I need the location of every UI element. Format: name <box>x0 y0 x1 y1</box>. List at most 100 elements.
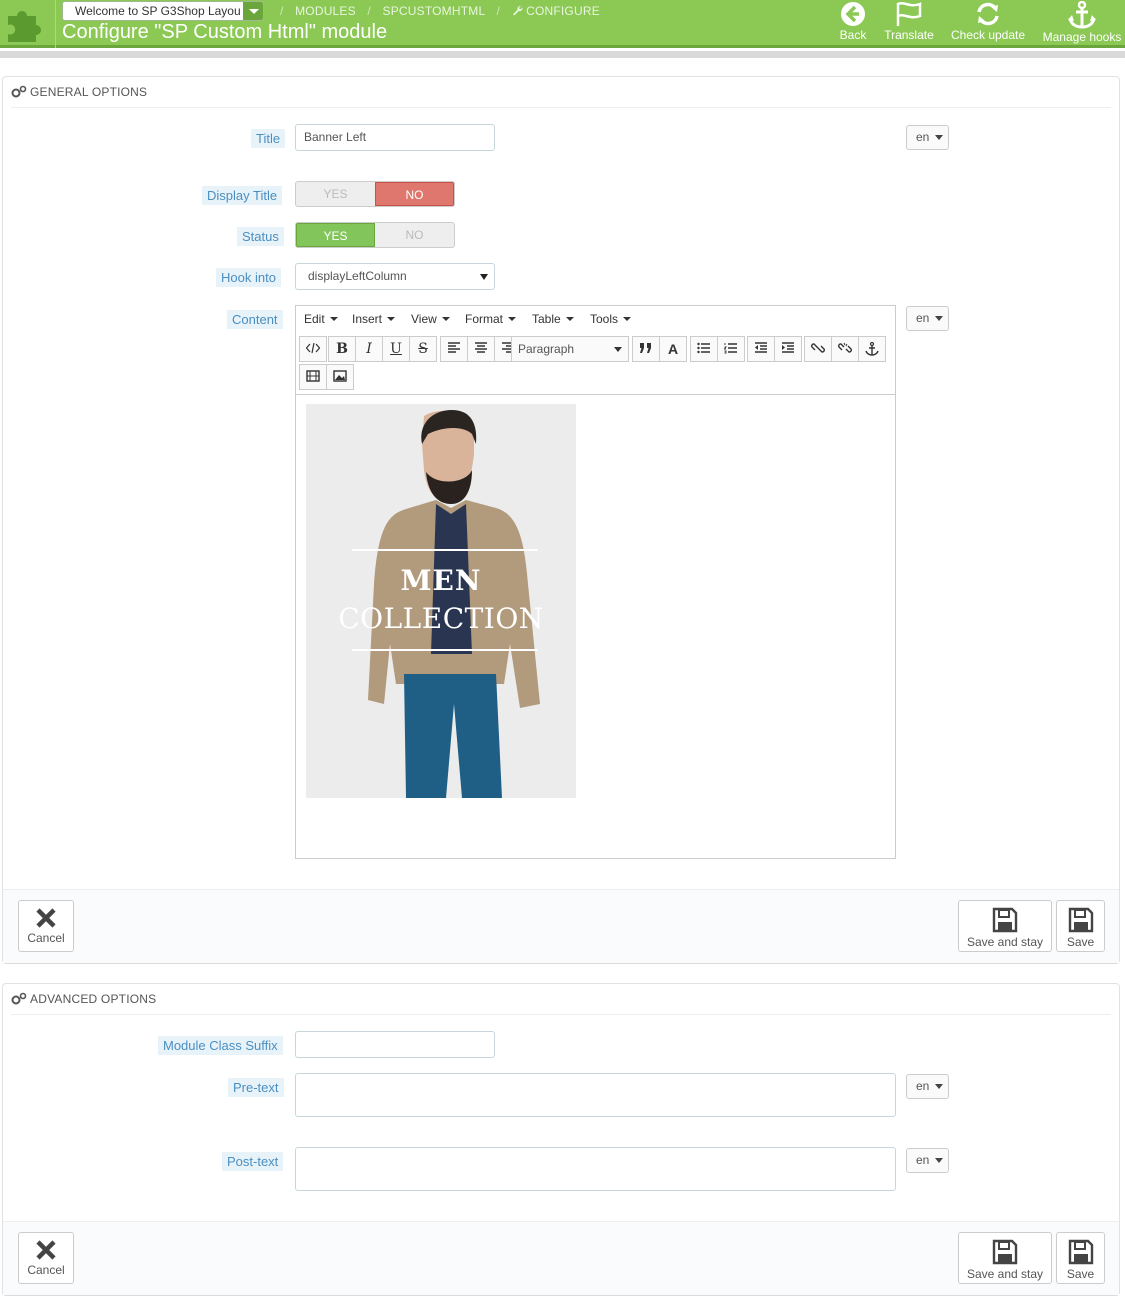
header-shadow <box>0 51 1125 58</box>
content-label: Content <box>227 310 283 329</box>
source-code-icon[interactable] <box>299 336 327 362</box>
shop-select[interactable]: Welcome to SP G3Shop Layou <box>62 1 264 21</box>
page-title: Configure "SP Custom Html" module <box>62 21 388 43</box>
editor-content-area[interactable]: MEN COLLECTION <box>296 394 895 859</box>
unlink-icon[interactable] <box>831 336 859 362</box>
format-select[interactable]: Paragraph <box>511 336 629 362</box>
indent-icon[interactable] <box>774 336 802 362</box>
post-text-textarea[interactable] <box>295 1147 896 1191</box>
display-title-label: Display Title <box>202 186 283 205</box>
breadcrumb-spcustomhtml[interactable]: SPCUSTOMHTML <box>382 4 484 18</box>
floppy-disk-icon <box>1068 907 1093 933</box>
refresh-icon <box>977 2 999 26</box>
shop-select-value: Welcome to SP G3Shop Layou <box>75 4 241 18</box>
editor-toolbar-row-1: B I U S Paragraph A <box>296 336 895 362</box>
cogs-icon <box>11 993 27 1005</box>
blockquote-icon[interactable] <box>632 336 660 362</box>
banner-title-line1: MEN <box>400 564 482 597</box>
save-button[interactable]: Save <box>1056 900 1105 952</box>
chevron-down-icon[interactable] <box>243 2 263 20</box>
media-icon[interactable] <box>299 364 327 390</box>
content-editor: Edit Insert View Format Table Tools B I … <box>295 305 896 859</box>
title-lang-button[interactable]: en <box>906 125 949 150</box>
status-toggle[interactable]: YES NO <box>295 222 455 248</box>
translate-label: Translate <box>884 28 934 42</box>
save-and-stay-label: Save and stay <box>966 935 1044 949</box>
menu-table[interactable]: Table <box>532 312 574 326</box>
status-yes[interactable]: YES <box>296 223 375 247</box>
panel-heading: ADVANCED OPTIONS <box>11 984 1111 1015</box>
editor-toolbar-row-2 <box>296 364 895 390</box>
menu-view[interactable]: View <box>411 312 450 326</box>
hook-into-label: Hook into <box>216 268 281 287</box>
back-button[interactable]: Back <box>834 0 872 48</box>
man-figure-image <box>368 410 540 798</box>
numbered-list-icon[interactable] <box>717 336 745 362</box>
save-label: Save <box>1066 1267 1095 1281</box>
title-label: Title <box>251 129 286 148</box>
cancel-button[interactable]: Cancel <box>18 1232 74 1284</box>
menu-tools[interactable]: Tools <box>590 312 631 326</box>
underline-icon[interactable]: U <box>382 336 410 362</box>
close-icon <box>36 1240 56 1260</box>
men-collection-banner[interactable]: MEN COLLECTION <box>306 404 576 798</box>
display-title-no[interactable]: NO <box>375 182 454 206</box>
general-footer-bar: Cancel Save and stay Save <box>3 889 1119 963</box>
status-label: Status <box>237 227 284 246</box>
align-left-icon[interactable] <box>440 336 468 362</box>
strikethrough-icon[interactable]: S <box>409 336 437 362</box>
save-label: Save <box>1066 935 1095 949</box>
save-and-stay-button[interactable]: Save and stay <box>958 1232 1052 1284</box>
menu-format[interactable]: Format <box>465 312 516 326</box>
pre-text-textarea[interactable] <box>295 1073 896 1117</box>
bullet-list-icon[interactable] <box>690 336 718 362</box>
menu-edit[interactable]: Edit <box>304 312 338 326</box>
check-update-label: Check update <box>950 28 1026 42</box>
italic-icon[interactable]: I <box>355 336 383 362</box>
align-center-icon[interactable] <box>467 336 495 362</box>
translate-button[interactable]: Translate <box>880 0 938 48</box>
anchor-icon[interactable] <box>858 336 886 362</box>
bold-icon[interactable]: B <box>328 336 356 362</box>
link-icon[interactable] <box>804 336 832 362</box>
module-class-suffix-input[interactable] <box>295 1031 495 1058</box>
display-title-toggle[interactable]: YES NO <box>295 181 455 207</box>
title-input[interactable]: Banner Left <box>295 124 495 151</box>
pre-text-label: Pre-text <box>228 1078 284 1097</box>
breadcrumb: / MODULES / SPCUSTOMHTML / CONFIGURE <box>280 4 600 18</box>
general-options-panel: GENERAL OPTIONS Title Banner Left en Dis… <box>2 76 1120 963</box>
post-text-lang-button[interactable]: en <box>906 1148 949 1173</box>
close-icon <box>36 908 56 928</box>
breadcrumb-configure: CONFIGURE <box>526 4 600 18</box>
text-color-icon[interactable]: A <box>659 336 687 362</box>
floppy-disk-icon <box>1068 1239 1093 1265</box>
advanced-heading: ADVANCED OPTIONS <box>30 992 157 1006</box>
hook-into-select[interactable]: displayLeftColumn <box>295 263 495 290</box>
banner-line-top <box>352 549 538 551</box>
cancel-button[interactable]: Cancel <box>18 900 74 952</box>
flag-icon <box>896 2 922 26</box>
panel-heading: GENERAL OPTIONS <box>11 77 1111 108</box>
banner-title-line2: COLLECTION <box>338 602 544 635</box>
manage-hooks-button[interactable]: Manage hooks <box>1040 0 1124 48</box>
floppy-disk-icon <box>992 1239 1018 1265</box>
display-title-yes[interactable]: YES <box>296 182 375 206</box>
post-text-label: Post-text <box>222 1152 284 1171</box>
menu-insert[interactable]: Insert <box>352 312 395 326</box>
pre-text-lang-button[interactable]: en <box>906 1074 949 1099</box>
arrow-left-circle-icon <box>841 2 865 26</box>
breadcrumb-modules[interactable]: MODULES <box>295 4 356 18</box>
image-icon[interactable] <box>326 364 354 390</box>
banner-line-bottom <box>352 649 538 651</box>
save-and-stay-button[interactable]: Save and stay <box>958 900 1052 952</box>
check-update-button[interactable]: Check update <box>948 0 1028 48</box>
cancel-label: Cancel <box>27 931 65 945</box>
cancel-label: Cancel <box>27 1263 65 1277</box>
status-no[interactable]: NO <box>375 223 454 247</box>
save-button[interactable]: Save <box>1056 1232 1105 1284</box>
save-and-stay-label: Save and stay <box>966 1267 1044 1281</box>
content-lang-button[interactable]: en <box>906 306 949 331</box>
manage-hooks-label: Manage hooks <box>1042 30 1122 44</box>
outdent-icon[interactable] <box>747 336 775 362</box>
general-heading: GENERAL OPTIONS <box>30 85 148 99</box>
